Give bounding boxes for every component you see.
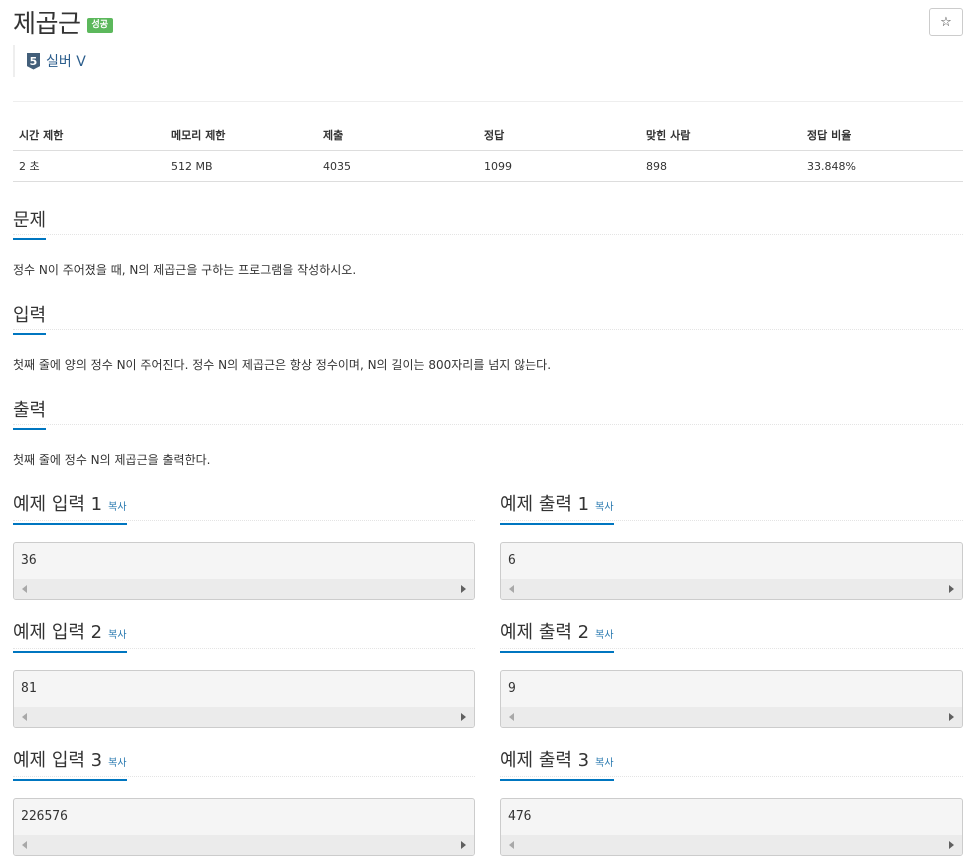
sample-output-header: 예제 출력 2 복사 [500,617,963,653]
problem-info-table: 시간 제한 메모리 제한 제출 정답 맞힌 사람 정답 비율 2 초 512 M… [13,120,963,182]
copy-button[interactable]: 복사 [108,754,126,769]
tier-info: 5 실버 V [13,45,86,77]
tier-badge-icon: 5 [27,52,40,70]
sample-output-box[interactable]: 6 [500,542,963,600]
horizontal-scrollbar[interactable] [501,579,962,599]
table-header: 제출 [317,120,478,151]
sample-output-header: 예제 출력 3 복사 [500,745,963,781]
scroll-right-icon[interactable] [461,585,466,593]
tier-label[interactable]: 실버 V [46,51,86,71]
description-heading: 문제 [13,206,47,240]
horizontal-scrollbar[interactable] [501,707,962,727]
copy-button[interactable]: 복사 [108,498,126,513]
horizontal-scrollbar[interactable] [501,835,962,855]
sample-output-heading: 예제 출력 1 [500,494,590,515]
table-header: 정답 [478,120,640,151]
sample-input-value: 36 [21,553,37,568]
scroll-left-icon[interactable] [509,585,514,593]
sample-output-value: 9 [508,681,516,696]
copy-button[interactable]: 복사 [108,626,126,641]
sample-input-heading: 예제 입력 3 [13,750,103,771]
sample-output-header: 예제 출력 1 복사 [500,489,963,525]
scroll-left-icon[interactable] [509,713,514,721]
description-section-header: 문제 [13,205,963,240]
horizontal-scrollbar[interactable] [14,579,474,599]
scroll-right-icon[interactable] [461,713,466,721]
scroll-right-icon[interactable] [949,585,954,593]
sample-input-box[interactable]: 81 [13,670,475,728]
table-cell: 33.848% [801,150,963,182]
table-row: 2 초 512 MB 4035 1099 898 33.848% [13,150,963,182]
status-badge: 성공 [86,17,114,33]
output-text: 첫째 줄에 정수 N의 제곱근을 출력한다. [13,453,211,467]
sample-input-box[interactable]: 226576 [13,798,475,856]
problem-header: 제곱근 성공 [13,4,114,40]
problem-title: 제곱근 [13,9,81,38]
horizontal-scrollbar[interactable] [14,707,474,727]
sample-input-value: 226576 [21,809,68,824]
sample-input-header: 예제 입력 2 복사 [13,617,475,653]
table-header-row: 시간 제한 메모리 제한 제출 정답 맞힌 사람 정답 비율 [13,120,963,151]
table-cell[interactable]: 4035 [317,150,478,182]
sample-output-box[interactable]: 9 [500,670,963,728]
sample-input-header: 예제 입력 1 복사 [13,489,475,525]
scroll-left-icon[interactable] [22,841,27,849]
sample-input-heading: 예제 입력 1 [13,494,103,515]
sample-output-heading: 예제 출력 3 [500,750,590,771]
sample-input-heading: 예제 입력 2 [13,622,103,643]
star-button[interactable]: ☆ [929,8,963,36]
sample-output-box[interactable]: 476 [500,798,963,856]
sample-output-value: 6 [508,553,516,568]
copy-button[interactable]: 복사 [595,498,613,513]
scroll-right-icon[interactable] [461,841,466,849]
table-header: 메모리 제한 [165,120,317,151]
input-heading: 입력 [13,301,47,335]
table-header: 시간 제한 [13,120,165,151]
copy-button[interactable]: 복사 [595,626,613,641]
table-cell[interactable]: 898 [640,150,801,182]
horizontal-scrollbar[interactable] [14,835,474,855]
input-section-header: 입력 [13,300,963,335]
sample-input-value: 81 [21,681,37,696]
divider [13,101,963,102]
input-text: 첫째 줄에 양의 정수 N이 주어진다. 정수 N의 제곱근은 항상 정수이며,… [13,358,552,372]
scroll-right-icon[interactable] [949,841,954,849]
star-icon: ☆ [940,14,952,30]
sample-input-header: 예제 입력 3 복사 [13,745,475,781]
output-section-header: 출력 [13,395,963,430]
scroll-left-icon[interactable] [22,585,27,593]
table-header: 맞힌 사람 [640,120,801,151]
scroll-right-icon[interactable] [949,713,954,721]
sample-input-box[interactable]: 36 [13,542,475,600]
sample-output-heading: 예제 출력 2 [500,622,590,643]
sample-output-value: 476 [508,809,532,824]
description-text: 정수 N이 주어졌을 때, N의 제곱근을 구하는 프로그램을 작성하시오. [13,263,357,277]
scroll-left-icon[interactable] [22,713,27,721]
output-heading: 출력 [13,396,47,430]
table-cell[interactable]: 1099 [478,150,640,182]
table-header: 정답 비율 [801,120,963,151]
table-cell: 512 MB [165,150,317,182]
copy-button[interactable]: 복사 [595,754,613,769]
table-cell: 2 초 [13,150,165,182]
scroll-left-icon[interactable] [509,841,514,849]
